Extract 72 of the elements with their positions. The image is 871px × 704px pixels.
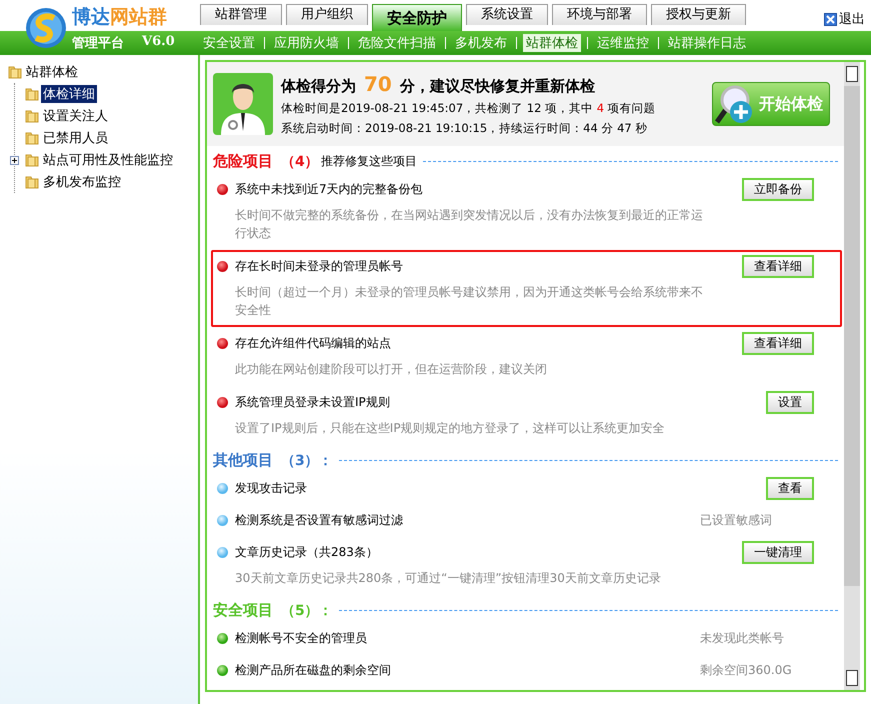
item-description: 此功能在网站创建阶段可以打开，但在运营阶段，建议关闭	[234, 361, 548, 378]
section-title: 安全项目	[213, 601, 273, 620]
item-title: 文章历史记录（共283条）	[235, 544, 379, 560]
brand-name: 网站群	[110, 6, 167, 28]
nav-tab[interactable]: 系统设置	[466, 4, 548, 25]
expand-icon[interactable]	[10, 156, 19, 164]
item-title: 检测产品所在磁盘的剩余空间	[235, 662, 392, 678]
tree-item[interactable]: 站点可用性及性能监控	[41, 151, 175, 169]
item-title: 系统管理员登录未设置IP规则	[235, 394, 391, 410]
status-text: 未发现此类帐号	[700, 630, 785, 646]
status-dot-icon	[217, 546, 228, 558]
nav-tab[interactable]: 安全防护	[372, 4, 462, 31]
folder-icon	[25, 175, 39, 189]
nav-tab[interactable]: 环境与部署	[552, 4, 647, 25]
status-text: 剩余空间360.0G	[700, 662, 793, 678]
score-value: 70	[364, 72, 392, 96]
tree-item[interactable]: 多机发布监控	[41, 173, 123, 191]
score-headline: 分，建议尽快修复并重新体检	[400, 77, 595, 96]
section-count: （5）：	[281, 602, 333, 620]
status-dot-icon	[217, 396, 228, 408]
status-dot-icon	[217, 514, 228, 526]
status-dot-icon	[217, 184, 228, 194]
status-dot-icon	[217, 632, 228, 644]
item-description: 长时间不做完整的系统备份，在当网站遇到突发情况以后，没有办法恢复到最近的正常运行状态	[234, 207, 704, 242]
subnav-link[interactable]: 站群体检	[523, 34, 581, 52]
uptime-summary: 系统启动时间：2019-08-21 19:10:15，持续运行时间：44 分 47 秒	[281, 121, 648, 136]
score-headline: 体检得分为	[281, 77, 356, 96]
tree-item[interactable]: 站群体检	[24, 63, 80, 81]
section-count: （3）：	[281, 452, 333, 470]
item-description: 30天前文章历史记录共280条，可通过“一键清理”按钮清理30天前文章历史记录	[234, 570, 662, 587]
section-title: 危险项目	[213, 152, 273, 171]
doctor-icon	[213, 73, 273, 135]
action-button[interactable]: 查看	[766, 476, 814, 500]
item-description: 设置了IP规则后，只能在这些IP规则规定的地方登录了，这样可以让系统更加安全	[234, 420, 666, 437]
scrollbar[interactable]	[844, 62, 860, 690]
folder-icon	[25, 87, 39, 101]
tree-item[interactable]: 体检详细	[41, 85, 97, 103]
tree-item[interactable]: 设置关注人	[41, 107, 110, 125]
item-title: 存在允许组件代码编辑的站点	[235, 334, 392, 352]
action-button[interactable]: 一键清理	[742, 540, 814, 564]
item-title: 发现攻击记录	[235, 480, 308, 496]
item-title: 存在长时间未登录的管理员帐号	[235, 258, 404, 274]
item-description: 长时间（超过一个月）未登录的管理员帐号建议禁用，因为开通这类帐号会给系统带来不安全性	[234, 284, 704, 319]
nav-tab[interactable]: 授权与更新	[651, 4, 746, 25]
item-title: 系统中未找到近7天内的完整备份包	[235, 180, 424, 198]
status-dot-icon	[217, 664, 228, 676]
status-dot-icon	[217, 338, 228, 348]
item-title: 检测系统是否设置有敏感词过滤	[235, 512, 404, 528]
platform-title: 管理平台	[72, 35, 124, 52]
brand-name: 博达	[72, 6, 110, 28]
section-count: （4）	[281, 152, 319, 170]
status-text: 已设置敏感词	[700, 512, 773, 528]
version-label: V6.0	[142, 34, 175, 51]
exit-link[interactable]: 退出	[839, 10, 865, 28]
action-button[interactable]: 查看详细	[742, 332, 814, 354]
section-note: 推荐修复这些项目	[320, 153, 417, 170]
status-dot-icon	[217, 482, 228, 494]
folder-icon	[8, 65, 22, 79]
tree-item[interactable]: 已禁用人员	[41, 129, 110, 147]
nav-tab[interactable]: 用户组织	[286, 4, 368, 25]
nav-tab[interactable]: 站群管理	[200, 4, 282, 25]
folder-icon	[25, 153, 39, 167]
status-dot-icon	[217, 260, 228, 272]
action-button[interactable]: 立即备份	[742, 178, 814, 200]
action-button[interactable]: 设置	[766, 390, 814, 414]
close-icon[interactable]	[824, 12, 837, 26]
item-title: 检测帐号不安全的管理员	[235, 630, 368, 646]
folder-icon	[25, 131, 39, 145]
check-summary: 体检时间是2019-08-21 19:45:07，共检测了 12 项，其中 4 项有问题	[281, 101, 657, 116]
folder-icon	[25, 109, 39, 123]
action-button[interactable]: 查看详细	[742, 254, 814, 278]
section-title: 其他项目	[213, 451, 273, 470]
